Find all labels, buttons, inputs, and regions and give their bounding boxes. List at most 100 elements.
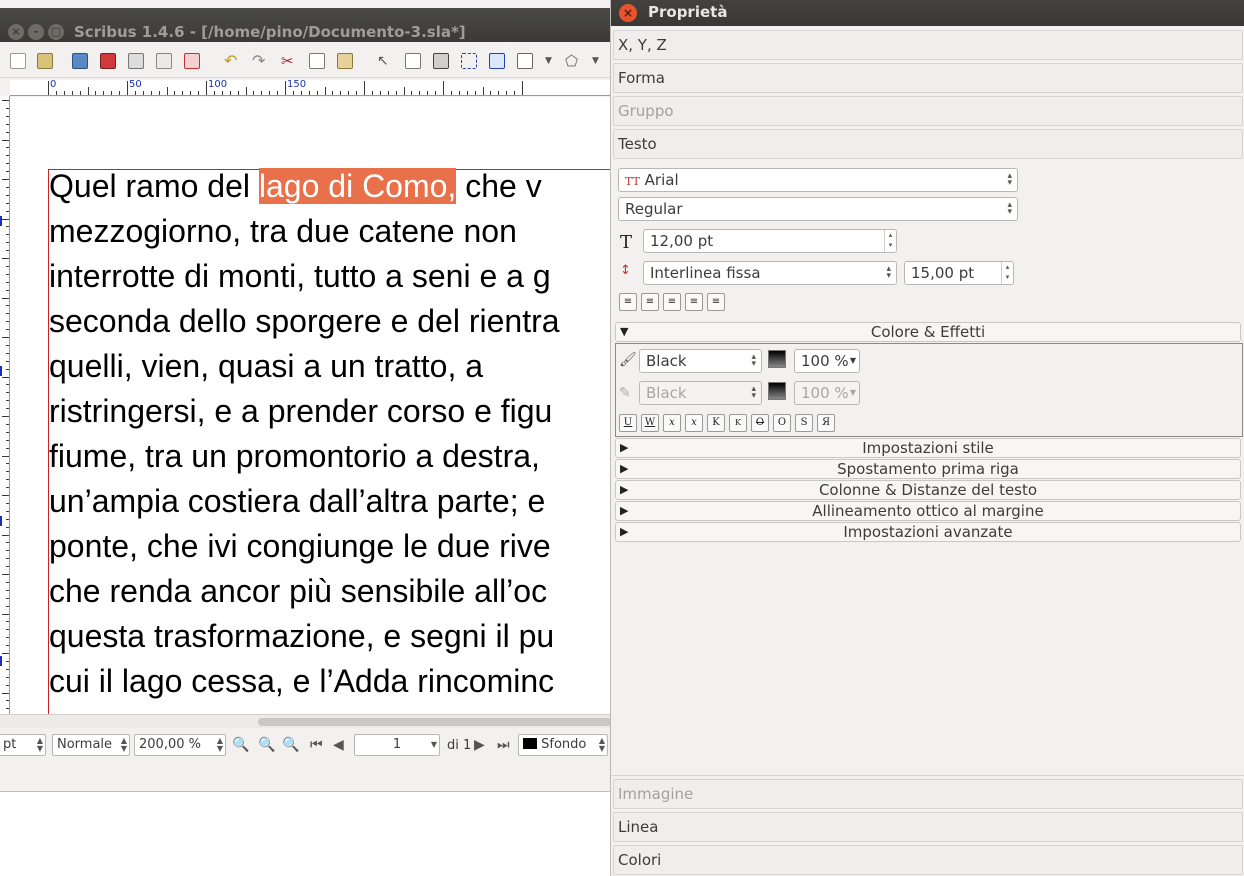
font-size-input[interactable]: 12,00 pt ▴ ▾ [643,229,897,253]
section-xyz[interactable]: X, Y, Z [613,30,1243,60]
section-text[interactable]: Testo [613,129,1243,159]
group-style-settings[interactable]: ▶ Impostazioni stile [615,438,1241,458]
document-text-line[interactable]: ponte, che ivi congiunge le due rive [49,524,612,569]
horizontal-scrollbar[interactable] [0,714,612,728]
open-document-icon[interactable] [37,53,53,69]
text-run: quelli, vien, quasi a un tratto, a [49,348,484,384]
scrollbar-thumb[interactable] [258,718,612,726]
table-icon[interactable] [489,53,505,69]
group-advanced-settings[interactable]: ▶ Impostazioni avanzate [615,522,1241,542]
next-page-icon[interactable]: ▶ [474,738,490,752]
shadow-button[interactable]: S [795,414,813,432]
window-close-icon[interactable]: × [8,24,24,40]
previous-page-icon[interactable]: ◀ [333,738,349,752]
window-maximize-icon[interactable]: □ [48,24,64,40]
strikethrough-button[interactable]: O [751,414,769,432]
fill-color-select[interactable]: Black ▴ ▾ [639,349,762,373]
section-group[interactable]: Gruppo [613,96,1243,126]
document-text-line[interactable]: Quel ramo del lago di Como, che v [49,164,612,209]
ruler-tick [514,91,516,95]
polygon-dropdown-icon[interactable]: ▼ [592,53,608,69]
main-titlebar[interactable]: × – □ Scribus 1.4.6 - [/home/pino/Docume… [0,8,612,42]
document-text[interactable]: Quel ramo del lago di Como, che v mezzogi… [49,164,612,704]
zoom-out-icon[interactable]: 🔍 [232,738,249,752]
horizontal-ruler[interactable]: 0 50 100 150 [10,80,612,96]
polygon-icon[interactable]: ⬠ [565,53,581,69]
document-text-line[interactable]: ristringersi, e a prender corso e figu [49,389,612,434]
ruler-tick [150,91,152,95]
group-first-line-offset[interactable]: ▶ Spostamento prima riga [615,459,1241,479]
document-text-line[interactable]: un’ampia costiera dall’altra parte; e [49,479,612,524]
document-text-line[interactable]: cui il lago cessa, e l’Adda rincominc [49,659,612,704]
document-text-line[interactable]: questa trasformazione, e segni il pu [49,614,612,659]
vertical-ruler[interactable] [0,96,10,714]
document-text-line[interactable]: mezzogiorno, tra due catene non [49,209,612,254]
first-page-icon[interactable]: ⏮ [310,738,326,752]
outline-button[interactable]: O [773,414,791,432]
image-frame-icon[interactable] [433,53,449,69]
reverse-writing-button[interactable]: Я [817,414,835,432]
line-spacing-input[interactable]: 15,00 pt ▴ ▾ [904,261,1014,285]
all-caps-button[interactable]: K [707,414,725,432]
ruler-tick [134,91,136,95]
fill-shade-select[interactable]: 100 % ▼ [794,349,860,373]
zoom-in-icon[interactable]: 🔍 [282,738,299,752]
undo-icon[interactable]: ↶ [224,53,240,69]
new-document-icon[interactable] [10,53,26,69]
text-frame-icon[interactable] [405,53,421,69]
superscript-button[interactable]: x [685,414,703,432]
redo-icon[interactable]: ↷ [252,53,268,69]
underline-button[interactable]: U [619,414,637,432]
small-caps-button[interactable]: K [729,414,747,432]
last-page-icon[interactable]: ⏭ [497,738,513,752]
stroke-shade-select[interactable]: 100 % ▼ [794,381,860,405]
align-justify-icon[interactable]: ≡ [685,293,703,311]
cut-icon[interactable]: ✂ [281,53,297,69]
selected-text[interactable]: lago di Como, [258,168,457,204]
copy-icon[interactable] [309,53,325,69]
expanded-triangle-icon: ▼ [620,325,629,338]
main-toolbar: ↶ ↷ ✂ ↖ ▼ ⬠ ▼ [0,44,612,78]
render-frame-icon[interactable] [461,53,477,69]
document-text-line[interactable]: quelli, vien, quasi a un tratto, a [49,344,612,389]
stroke-color-select[interactable]: Black ▴ ▾ [639,381,762,405]
section-shape[interactable]: Forma [613,63,1243,93]
shape-icon[interactable] [517,53,533,69]
document-text-line[interactable]: seconda dello sporgere e del rientra [49,299,612,344]
document-text-line[interactable]: fiume, tra un promontorio a destra, [49,434,612,479]
align-right-icon[interactable]: ≡ [663,293,681,311]
group-optical-margins[interactable]: ▶ Allineamento ottico al margine [615,501,1241,521]
color-effects-header[interactable]: ▼ Colore & Effetti [615,322,1241,342]
preflight-icon[interactable] [156,53,172,69]
close-document-icon[interactable] [100,53,116,69]
align-center-icon[interactable]: ≡ [641,293,659,311]
font-style-select[interactable]: Regular ▴ ▾ [618,197,1018,221]
align-forced-icon[interactable]: ≡ [707,293,725,311]
zoom-input[interactable]: 200,00 % ▲ ▼ [134,734,226,756]
align-left-icon[interactable]: ≡ [619,293,637,311]
section-line[interactable]: Linea [613,812,1243,842]
paste-icon[interactable] [337,53,353,69]
save-icon[interactable] [72,53,88,69]
document-text-line[interactable]: interrotte di monti, tutto a seni e a g [49,254,612,299]
section-colors[interactable]: Colori [613,845,1243,875]
unit-select[interactable]: pt ▲ ▼ [0,734,46,756]
properties-titlebar[interactable]: × Proprietà [611,0,1244,26]
section-image[interactable]: Immagine [613,779,1243,809]
properties-close-icon[interactable]: × [619,4,637,22]
print-icon[interactable] [128,53,144,69]
select-tool-icon[interactable]: ↖ [377,53,393,69]
export-pdf-icon[interactable] [184,53,200,69]
window-minimize-icon[interactable]: – [28,24,44,40]
line-spacing-mode-select[interactable]: Interlinea fissa ▴ ▾ [643,261,897,285]
subscript-button[interactable]: x [663,414,681,432]
zoom-100-icon[interactable]: 🔍 [258,738,275,752]
layer-select[interactable]: Sfondo ▲ ▼ [518,734,608,756]
view-mode-select[interactable]: Normale ▲ ▼ [52,734,130,756]
shape-dropdown-icon[interactable]: ▼ [545,53,561,69]
page-number-select[interactable]: 1 ▼ [354,734,440,756]
document-text-line[interactable]: che renda ancor più sensibile all’oc [49,569,612,614]
font-family-select[interactable]: TT Arial ▴ ▾ [618,168,1018,192]
underline-words-button[interactable]: W [641,414,659,432]
group-columns-distances[interactable]: ▶ Colonne & Distanze del testo [615,480,1241,500]
